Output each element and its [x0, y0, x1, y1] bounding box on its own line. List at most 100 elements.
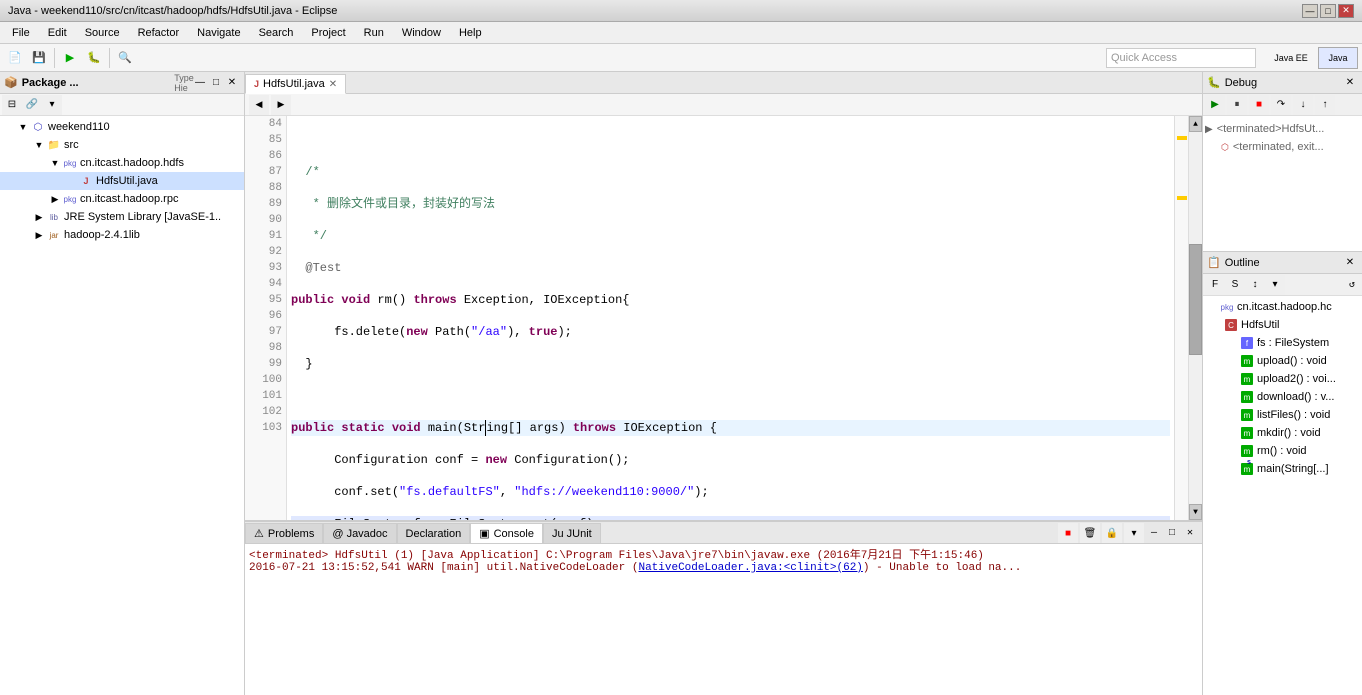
outline-view-menu[interactable]: ▾	[1265, 275, 1285, 295]
tree-item-hdfs-package[interactable]: ▼ pkg cn.itcast.hadoop.hdfs	[0, 154, 244, 172]
scrollbar-down[interactable]: ▼	[1189, 504, 1202, 520]
view-menu-button[interactable]: ▾	[42, 95, 62, 115]
menu-navigate[interactable]: Navigate	[189, 25, 248, 41]
editor-area[interactable]: 84 85 86 87 88 89 90 91 92 93 94 95 96 9…	[245, 116, 1202, 520]
close-button[interactable]: ✕	[1338, 4, 1354, 18]
scrollbar-thumb[interactable]	[1189, 244, 1202, 356]
outline-method-main[interactable]: m s main(String[...]	[1203, 460, 1362, 478]
editor-toolbar-btn1[interactable]: ◀	[249, 95, 269, 115]
right-panel: 🐛 Debug ✕ ▶ ⏸ ■ ↷ ↓ ↑ ▶ <terminated>Hdfs…	[1202, 72, 1362, 695]
debug-item-1[interactable]: ▶ <terminated>HdfsUt...	[1205, 120, 1360, 138]
panel-minimize[interactable]: —	[192, 75, 208, 91]
tree-item-hdfsutil[interactable]: J HdfsUtil.java	[0, 172, 244, 190]
debug-step-return[interactable]: ↑	[1315, 95, 1335, 115]
tab-problems[interactable]: ⚠ Problems	[245, 523, 323, 543]
outline-class[interactable]: C HdfsUtil	[1203, 316, 1362, 334]
menu-source[interactable]: Source	[77, 25, 128, 41]
main-layout: 📦 Package ... Type Hie — □ ✕ ⊟ 🔗 ▾ ▼ ⬡ w…	[0, 72, 1362, 695]
console-view-menu[interactable]: ▾	[1124, 523, 1144, 543]
outline-title: Outline	[1225, 257, 1342, 269]
debug-close[interactable]: ✕	[1342, 75, 1358, 91]
panel-close[interactable]: ✕	[224, 75, 240, 91]
toolbar-java[interactable]: Java	[1318, 47, 1358, 69]
toolbar-java-ee[interactable]: Java EE	[1266, 47, 1316, 69]
scrollbar-track[interactable]	[1189, 132, 1202, 504]
editor-tab-hdfsutil[interactable]: J HdfsUtil.java ✕	[245, 74, 346, 94]
tree-item-weekend110[interactable]: ▼ ⬡ weekend110	[0, 118, 244, 136]
debug-terminate-btn[interactable]: ■	[1249, 95, 1269, 115]
debug-step-into[interactable]: ↓	[1293, 95, 1313, 115]
tab-javadoc[interactable]: @ Javadoc	[323, 523, 396, 543]
outline-method-icon-download: m	[1239, 389, 1255, 405]
menu-window[interactable]: Window	[394, 25, 449, 41]
scrollbar-up[interactable]: ▲	[1189, 116, 1202, 132]
java-file-icon: J	[78, 173, 94, 189]
minimize-button[interactable]: —	[1302, 4, 1318, 18]
package-explorer-header: 📦 Package ... Type Hie — □ ✕	[0, 72, 244, 94]
debug-suspend[interactable]: ⏸	[1227, 95, 1247, 115]
debug-step-over[interactable]: ↷	[1271, 95, 1291, 115]
toolbar-save[interactable]: 💾	[28, 47, 50, 69]
console-link[interactable]: NativeCodeLoader.java:<clinit>(62)	[638, 562, 862, 574]
menu-file[interactable]: File	[4, 25, 38, 41]
tab-junit[interactable]: Ju JUnit	[543, 523, 601, 543]
toolbar-sep-2	[109, 48, 110, 68]
menu-project[interactable]: Project	[303, 25, 353, 41]
arrow-hadoop-lib: ▶	[32, 230, 46, 241]
outline-hide-fields[interactable]: F	[1205, 275, 1225, 295]
toolbar-new[interactable]: 📄	[4, 47, 26, 69]
tree-item-src[interactable]: ▼ 📁 src	[0, 136, 244, 154]
panel-maximize[interactable]: □	[208, 75, 224, 91]
package-explorer-toolbar: ⊟ 🔗 ▾	[0, 94, 244, 116]
arrow-jre: ▶	[32, 212, 46, 223]
editor-toolbar-btn2[interactable]: ▶	[271, 95, 291, 115]
tree-item-rpc-package[interactable]: ▶ pkg cn.itcast.hadoop.rpc	[0, 190, 244, 208]
menu-edit[interactable]: Edit	[40, 25, 75, 41]
console-terminate[interactable]: ■	[1058, 523, 1078, 543]
outline-method-download[interactable]: m download() : v...	[1203, 388, 1362, 406]
tree-item-jre[interactable]: ▶ lib JRE System Library [JavaSE-1..	[0, 208, 244, 226]
console-close[interactable]: ✕	[1182, 525, 1198, 541]
label-rpc-package: cn.itcast.hadoop.rpc	[80, 193, 178, 205]
tab-declaration[interactable]: Declaration	[397, 523, 471, 543]
outline-method-rm-label: rm() : void	[1257, 445, 1307, 457]
outline-method-listfiles[interactable]: m listFiles() : void	[1203, 406, 1362, 424]
debug-resume[interactable]: ▶	[1205, 95, 1225, 115]
editor-tab-close[interactable]: ✕	[329, 79, 337, 90]
menu-search[interactable]: Search	[251, 25, 302, 41]
outline-method-upload2[interactable]: m upload2() : voi...	[1203, 370, 1362, 388]
code-line-84	[291, 132, 1170, 148]
outline-field-fs[interactable]: f fs : FileSystem	[1203, 334, 1362, 352]
outline-method-icon-main: m s	[1239, 461, 1255, 477]
tab-console[interactable]: ▣ Console	[470, 523, 543, 543]
link-editor-button[interactable]: 🔗	[22, 95, 42, 115]
toolbar-search[interactable]: 🔍	[114, 47, 136, 69]
menu-refactor[interactable]: Refactor	[130, 25, 188, 41]
collapse-all-button[interactable]: ⊟	[2, 95, 22, 115]
outline-method-rm[interactable]: m rm() : void	[1203, 442, 1362, 460]
outline-hide-static[interactable]: S	[1225, 275, 1245, 295]
quick-access-field[interactable]: Quick Access	[1106, 48, 1256, 68]
outline-package[interactable]: pkg cn.itcast.hadoop.hc	[1203, 298, 1362, 316]
type-hierarchy-tab[interactable]: Type Hie	[176, 75, 192, 91]
outline-refresh[interactable]: ↺	[1344, 277, 1360, 293]
maximize-button[interactable]: □	[1320, 4, 1336, 18]
editor-tabs: J HdfsUtil.java ✕	[245, 72, 1202, 94]
toolbar-run[interactable]: ▶	[59, 47, 81, 69]
tree-item-hadoop-lib[interactable]: ▶ jar hadoop-2.4.1lib	[0, 226, 244, 244]
outline-close[interactable]: ✕	[1342, 255, 1358, 271]
code-content[interactable]: /* * 删除文件或目录，封装好的写法 */ @Test public void…	[287, 116, 1174, 520]
outline-method-upload[interactable]: m upload() : void	[1203, 352, 1362, 370]
menu-help[interactable]: Help	[451, 25, 490, 41]
outline-sort[interactable]: ↕	[1245, 275, 1265, 295]
console-scroll-lock[interactable]: 🔒	[1102, 523, 1122, 543]
toolbar-debug[interactable]: 🐛	[83, 47, 105, 69]
debug-title: Debug	[1225, 77, 1342, 89]
menu-run[interactable]: Run	[356, 25, 392, 41]
debug-item-2[interactable]: ⬡ <terminated, exit...	[1205, 138, 1360, 156]
outline-method-mkdir[interactable]: m mkdir() : void	[1203, 424, 1362, 442]
editor-scrollbar[interactable]: ▲ ▼	[1188, 116, 1202, 520]
console-clear[interactable]: 🗑	[1080, 523, 1100, 543]
console-maximize[interactable]: □	[1164, 525, 1180, 541]
console-minimize[interactable]: —	[1146, 525, 1162, 541]
